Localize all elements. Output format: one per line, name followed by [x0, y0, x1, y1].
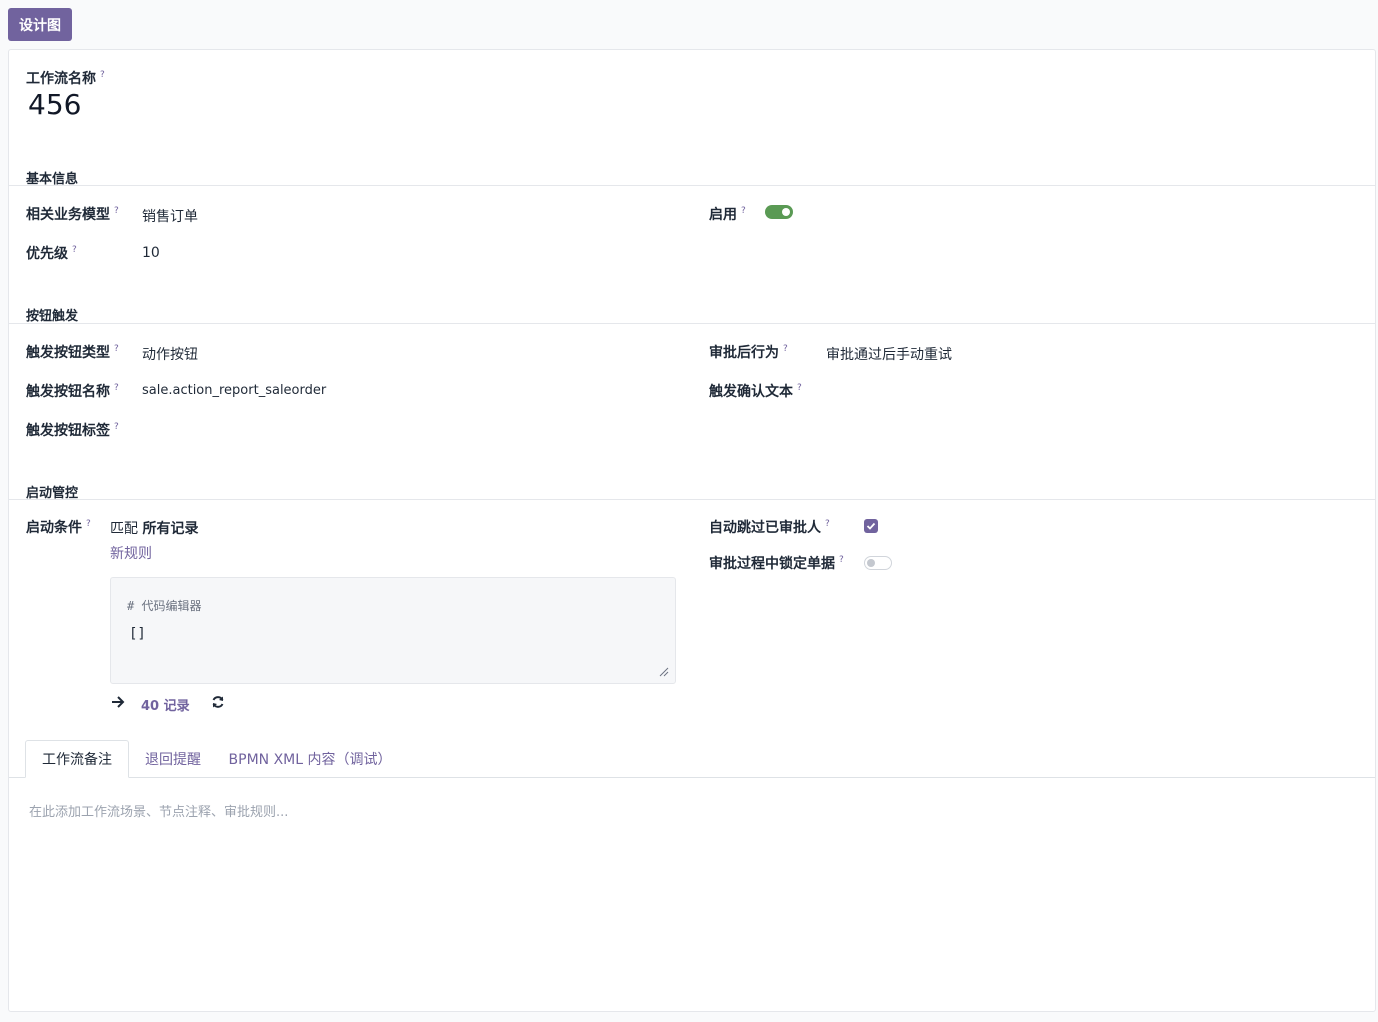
tab-return-reminder[interactable]: 退回提醒 [133, 740, 213, 778]
arrow-right-icon [112, 696, 125, 708]
model-label: 相关业务模型? [26, 204, 119, 224]
code-value[interactable]: [] [129, 626, 146, 642]
help-icon[interactable]: ? [114, 344, 119, 354]
help-icon[interactable]: ? [72, 245, 77, 255]
resize-handle-icon[interactable] [659, 667, 669, 677]
divider [9, 499, 1375, 500]
section-title-button-trigger: 按钮触发 [26, 309, 79, 324]
help-icon[interactable]: ? [783, 344, 788, 354]
tabs-divider [9, 777, 1375, 778]
btn-tag-label: 触发按钮标签? [26, 420, 119, 440]
skip-label-text: 自动跳过已审批人 [709, 520, 821, 536]
skip-label: 自动跳过已审批人? [709, 517, 830, 537]
skip-checkbox[interactable] [864, 519, 878, 533]
after-label-text: 审批后行为 [709, 345, 779, 361]
help-icon[interactable]: ? [86, 519, 91, 529]
model-value[interactable]: 销售订单 [142, 206, 198, 226]
help-icon[interactable]: ? [114, 206, 119, 216]
toggle-knob [782, 208, 790, 216]
refresh-icon[interactable] [211, 695, 225, 709]
lock-label: 审批过程中锁定单据? [709, 553, 844, 573]
divider [9, 185, 1375, 186]
check-icon [866, 522, 876, 530]
match-line: 匹配 所有记录 [110, 518, 198, 538]
help-icon[interactable]: ? [741, 206, 746, 216]
new-rule-link[interactable]: 新规则 [110, 543, 152, 563]
confirm-value[interactable] [826, 383, 1226, 401]
notes-editor[interactable]: 在此添加工作流场景、节点注释、审批规则... [29, 801, 1349, 1001]
workflow-name-value[interactable]: 456 [28, 88, 81, 121]
btn-name-value[interactable]: sale.action_report_saleorder [142, 383, 326, 398]
btn-tag-label-text: 触发按钮标签 [26, 423, 110, 439]
enabled-toggle[interactable] [765, 205, 793, 219]
priority-label-text: 优先级 [26, 246, 68, 262]
records-count-link[interactable]: 40 记录 [141, 695, 190, 714]
confirm-label: 触发确认文本? [709, 381, 802, 401]
btn-type-label-text: 触发按钮类型 [26, 345, 110, 361]
after-label: 审批后行为? [709, 342, 788, 362]
help-icon[interactable]: ? [100, 70, 105, 80]
enabled-label: 启用? [709, 204, 746, 224]
lock-toggle[interactable] [864, 556, 892, 570]
confirm-label-text: 触发确认文本 [709, 384, 793, 400]
help-icon[interactable]: ? [797, 383, 802, 393]
workflow-name-label: 工作流名称? [26, 68, 105, 88]
lock-label-text: 审批过程中锁定单据 [709, 556, 835, 572]
priority-label: 优先级? [26, 243, 77, 263]
condition-label: 启动条件? [26, 517, 91, 537]
model-label-text: 相关业务模型 [26, 207, 110, 223]
match-prefix: 匹配 [110, 521, 138, 537]
match-value[interactable]: 所有记录 [142, 521, 198, 537]
btn-tag-value[interactable] [142, 422, 542, 440]
btn-type-value[interactable]: 动作按钮 [142, 344, 198, 364]
divider [9, 323, 1375, 324]
design-button[interactable]: 设计图 [8, 8, 72, 41]
help-icon[interactable]: ? [114, 422, 119, 432]
enabled-label-text: 启用 [709, 207, 737, 223]
form-sheet: 工作流名称? 456 基本信息 相关业务模型? 销售订单 优先级? 10 启用?… [8, 49, 1376, 1012]
tab-bpmn-xml[interactable]: BPMN XML 内容（调试） [225, 740, 395, 778]
tab-workflow-notes[interactable]: 工作流备注 [25, 740, 129, 778]
after-value[interactable]: 审批通过后手动重试 [826, 344, 952, 364]
help-icon[interactable]: ? [825, 519, 830, 529]
workflow-name-label-text: 工作流名称 [26, 71, 96, 87]
help-icon[interactable]: ? [114, 383, 119, 393]
btn-type-label: 触发按钮类型? [26, 342, 119, 362]
toggle-knob [867, 559, 875, 567]
code-editor[interactable]: # 代码编辑器 [] [110, 577, 676, 684]
help-icon[interactable]: ? [839, 555, 844, 565]
btn-name-label: 触发按钮名称? [26, 381, 119, 401]
code-comment: # 代码编辑器 [127, 599, 202, 613]
btn-name-label-text: 触发按钮名称 [26, 384, 110, 400]
condition-label-text: 启动条件 [26, 520, 82, 536]
priority-value[interactable]: 10 [142, 245, 160, 261]
